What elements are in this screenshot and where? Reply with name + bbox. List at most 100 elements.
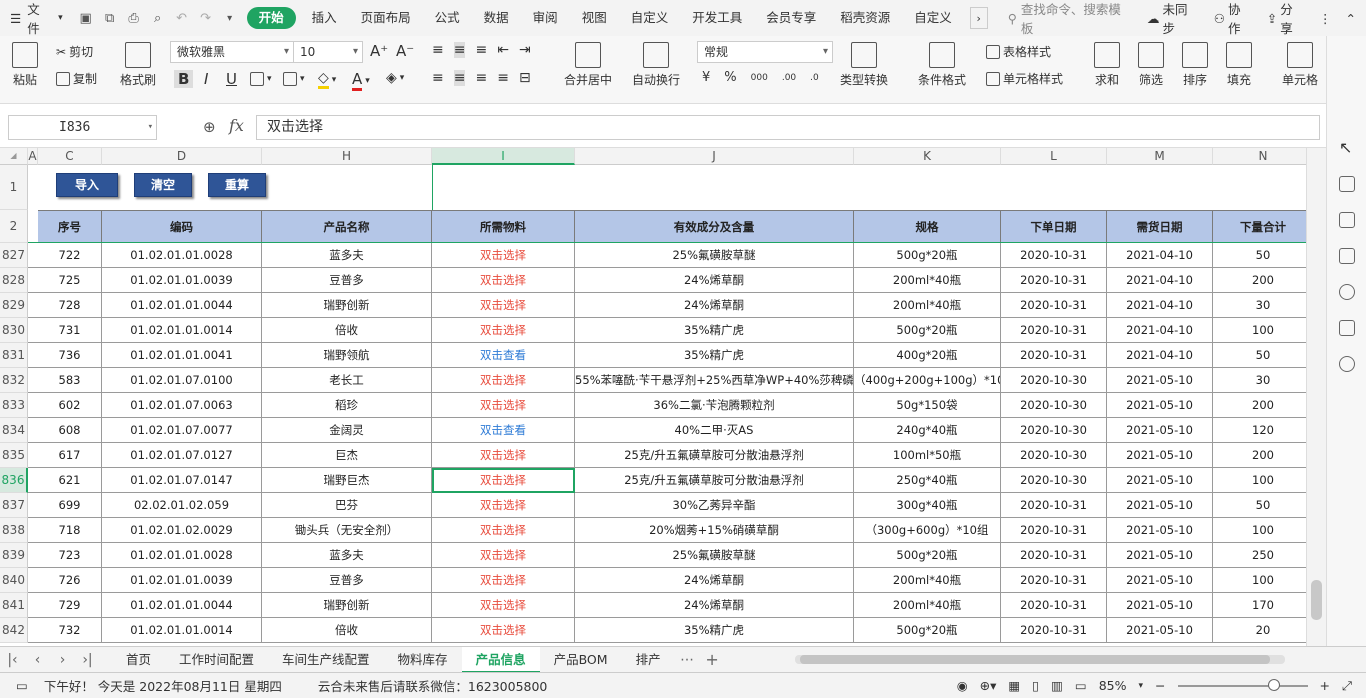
material-select-cell[interactable]: 双击选择 — [432, 393, 575, 418]
table-cell[interactable] — [28, 243, 38, 268]
table-cell[interactable]: 240g*40瓶 — [854, 418, 1001, 443]
format-painter-button[interactable]: 格式刷 — [120, 42, 156, 88]
decrease-decimal-icon[interactable]: .0 — [810, 73, 819, 83]
active-cell[interactable]: 双击选择 — [432, 468, 575, 493]
table-cell[interactable] — [28, 518, 38, 543]
table-cell[interactable]: 25%氟磺胺草醚 — [575, 243, 854, 268]
share-button[interactable]: ⇪ 分享 — [1267, 0, 1305, 37]
tab-1[interactable]: 插入 — [300, 7, 349, 29]
table-cell[interactable]: 2021-05-10 — [1107, 493, 1213, 518]
table-cell[interactable]: 2021-05-10 — [1107, 568, 1213, 593]
tab-2[interactable]: 页面布局 — [349, 7, 423, 29]
row-header[interactable]: 827 — [0, 243, 28, 268]
sheet-tab-3[interactable]: 物料库存 — [384, 647, 462, 673]
table-cell[interactable]: 36%二氯·苄泡腾颗粒剂 — [575, 393, 854, 418]
table-cell[interactable]: 2020-10-30 — [1001, 443, 1107, 468]
table-cell[interactable]: 200 — [1213, 268, 1306, 293]
horizontal-scrollbar[interactable] — [795, 655, 1285, 664]
last-sheet-icon[interactable]: ›| — [75, 652, 100, 668]
table-cell[interactable]: 2020-10-31 — [1001, 268, 1107, 293]
row-header[interactable]: 831 — [0, 343, 28, 368]
vertical-scroll-thumb[interactable] — [1311, 580, 1322, 620]
material-select-cell[interactable]: 双击选择 — [432, 243, 575, 268]
table-cell[interactable]: 瑞野领航 — [262, 343, 432, 368]
row-header[interactable]: 842 — [0, 618, 28, 643]
fill-button[interactable]: 填充 — [1226, 42, 1252, 88]
table-cell[interactable]: 2021-05-10 — [1107, 618, 1213, 643]
fullscreen-icon[interactable]: ⤢ — [1342, 678, 1352, 694]
table-cell[interactable]: 20%烟莠+15%硝磺草酮 — [575, 518, 854, 543]
table-cell[interactable]: 729 — [38, 593, 102, 618]
table-cell[interactable]: 2020-10-31 — [1001, 493, 1107, 518]
table-cell[interactable]: 01.02.01.07.0063 — [102, 393, 262, 418]
column-header-A[interactable]: A — [28, 148, 38, 165]
table-cell[interactable] — [28, 343, 38, 368]
table-cell[interactable]: 200ml*40瓶 — [854, 593, 1001, 618]
table-cell[interactable]: 01.02.01.01.0044 — [102, 593, 262, 618]
row-header[interactable]: 828 — [0, 268, 28, 293]
table-cell[interactable]: 736 — [38, 343, 102, 368]
row-header[interactable]: 829 — [0, 293, 28, 318]
row-header[interactable]: 833 — [0, 393, 28, 418]
table-cell[interactable]: 01.02.01.01.0028 — [102, 243, 262, 268]
table-cell[interactable] — [28, 318, 38, 343]
column-header-C[interactable]: C — [38, 148, 102, 165]
sheet-tab-4[interactable]: 产品信息 — [461, 646, 540, 673]
fill-color-button[interactable]: ▾ — [283, 72, 305, 86]
material-select-cell[interactable]: 双击查看 — [432, 418, 575, 443]
table-cell[interactable]: 瑞野创新 — [262, 293, 432, 318]
table-cell[interactable]: 2020-10-31 — [1001, 293, 1107, 318]
table-cell[interactable]: 01.02.01.01.0039 — [102, 568, 262, 593]
table-cell[interactable] — [28, 418, 38, 443]
zoom-in-icon[interactable]: + — [1320, 678, 1330, 693]
row-header[interactable]: 835 — [0, 443, 28, 468]
help-icon[interactable] — [1339, 284, 1355, 300]
print-preview-icon[interactable]: ⌕ — [149, 9, 167, 27]
table-cell[interactable]: 500g*20瓶 — [854, 243, 1001, 268]
paste-button[interactable]: 粘贴 — [12, 42, 38, 88]
column-header-D[interactable]: D — [102, 148, 262, 165]
table-cell[interactable]: 2021-04-10 — [1107, 343, 1213, 368]
table-cell[interactable]: 250g*40瓶 — [854, 468, 1001, 493]
row-header-2[interactable]: 2 — [0, 210, 28, 243]
sheet-tab-2[interactable]: 车间生产线配置 — [268, 647, 384, 673]
table-cell[interactable]: 01.02.01.07.0077 — [102, 418, 262, 443]
table-cell[interactable]: 728 — [38, 293, 102, 318]
column-header-K[interactable]: K — [854, 148, 1001, 165]
tab-3[interactable]: 公式 — [423, 7, 472, 29]
table-cell[interactable]: 2021-04-10 — [1107, 318, 1213, 343]
row-header[interactable]: 836 — [0, 468, 28, 493]
merge-center-button[interactable]: 合并居中 — [564, 42, 612, 88]
table-cell[interactable]: 蓝多夫 — [262, 543, 432, 568]
table-cell[interactable]: 24%烯草酮 — [575, 268, 854, 293]
column-header-N[interactable]: N — [1213, 148, 1306, 165]
align-middle-icon[interactable]: ≡ — [453, 42, 466, 58]
function-icon[interactable]: fx — [229, 116, 244, 135]
table-cell[interactable]: 巨杰 — [262, 443, 432, 468]
table-cell[interactable]: 723 — [38, 543, 102, 568]
bold-button[interactable]: B — [174, 70, 194, 88]
table-cell[interactable]: 617 — [38, 443, 102, 468]
table-cell[interactable]: 2020-10-31 — [1001, 243, 1107, 268]
sync-button[interactable]: ☁ 未同步 — [1147, 0, 1200, 37]
table-cell[interactable]: 2020-10-30 — [1001, 418, 1107, 443]
table-cell[interactable]: 200ml*40瓶 — [854, 293, 1001, 318]
material-select-cell[interactable]: 双击选择 — [432, 268, 575, 293]
table-cell[interactable]: 200ml*40瓶 — [854, 568, 1001, 593]
table-cell[interactable] — [28, 293, 38, 318]
spreadsheet-grid[interactable]: ◢ A C D H I J K L M N 1 2 导入 清空 重算 序号 编码 产品名称 所需物料 有效成分及含量 规格… — [0, 148, 1306, 646]
table-cell[interactable] — [28, 493, 38, 518]
increase-decimal-icon[interactable]: .00 — [782, 73, 796, 83]
chevron-down-icon[interactable]: ▾ — [1138, 681, 1143, 691]
cell-button[interactable]: 单元格 — [1282, 42, 1318, 88]
font-color-button[interactable]: A ▾ — [352, 70, 370, 91]
table-cell[interactable]: 2021-05-10 — [1107, 368, 1213, 393]
name-box[interactable]: I836 — [8, 115, 157, 140]
tab-7[interactable]: 自定义 — [619, 7, 681, 29]
sum-button[interactable]: 求和 — [1094, 42, 1120, 88]
table-cell[interactable]: 400g*20瓶 — [854, 343, 1001, 368]
column-header-L[interactable]: L — [1001, 148, 1107, 165]
font-name-select[interactable]: 微软雅黑 — [170, 41, 294, 63]
font-shrink-button[interactable]: A⁻ — [396, 42, 414, 60]
cut-button[interactable]: ✂ 剪切 — [56, 43, 93, 60]
